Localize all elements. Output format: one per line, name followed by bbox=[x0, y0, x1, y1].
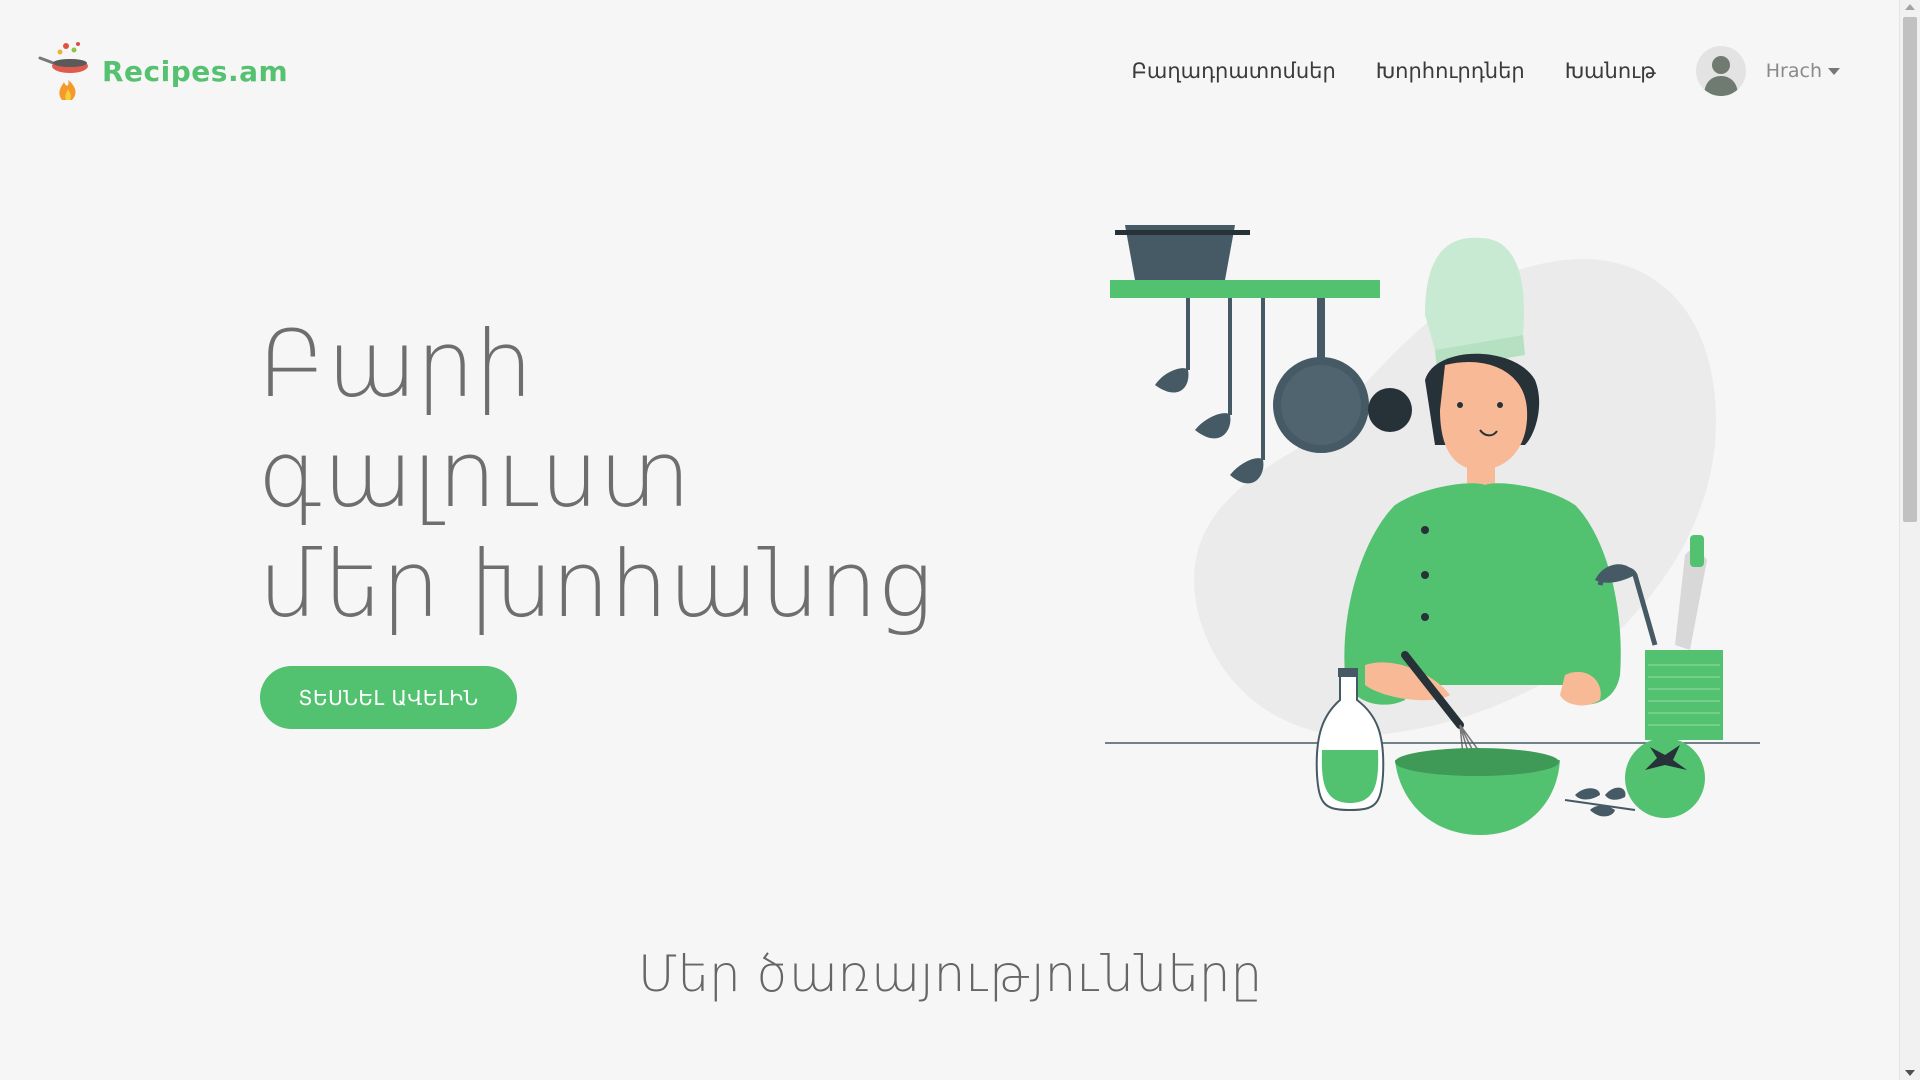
scrollbar-thumb[interactable] bbox=[1903, 17, 1917, 522]
user-name: Hrach bbox=[1765, 60, 1822, 82]
nav-link-tips[interactable]: Խորհուրդներ bbox=[1376, 59, 1525, 83]
hero-title-line: գալուստ bbox=[258, 421, 691, 528]
user-menu[interactable]: Hrach bbox=[1695, 46, 1840, 96]
services-title: Մեր ծառայությունները bbox=[637, 945, 1263, 1003]
brand-name: Recipes.am bbox=[102, 54, 289, 88]
main-nav: Բաղադրատոմսեր Խորհուրդներ Խանութ Hrach bbox=[1092, 46, 1840, 96]
navbar: Recipes.am Բաղադրատոմսեր Խորհուրդներ Խան… bbox=[0, 0, 1900, 145]
hero-title: Բարի գալուստ մեր խոհանոց bbox=[258, 310, 933, 640]
hero-title-line: Բարի bbox=[258, 311, 533, 418]
scroll-up-arrow-icon[interactable] bbox=[1905, 4, 1915, 10]
brand-logo[interactable]: Recipes.am bbox=[38, 40, 288, 102]
hero-title-line: մեր խոհանոց bbox=[258, 531, 933, 638]
frying-pan-flame-icon bbox=[38, 42, 88, 100]
page-scrollbar[interactable] bbox=[1899, 0, 1920, 1080]
scroll-down-arrow-icon[interactable] bbox=[1905, 1070, 1915, 1076]
see-more-button[interactable]: ՏԵՍՆԵԼ ԱՎԵԼԻՆ bbox=[260, 666, 517, 729]
chevron-down-icon bbox=[1828, 67, 1840, 75]
nav-link-shop[interactable]: Խանութ bbox=[1565, 59, 1656, 83]
chef-cooking-illustration bbox=[1105, 225, 1760, 835]
user-avatar-icon bbox=[1695, 46, 1746, 96]
nav-link-recipes[interactable]: Բաղադրատոմսեր bbox=[1132, 59, 1336, 83]
